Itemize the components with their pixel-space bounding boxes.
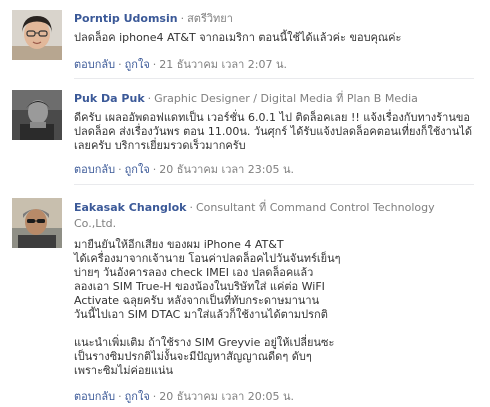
author-meta[interactable]: สตรีวิทยา [187, 12, 233, 25]
reply-link[interactable]: ตอบกลับ [74, 163, 115, 176]
separator: · [180, 12, 185, 25]
comment-item: Porntip Udomsin · สตรีวิทยา ปลดล็อค iphone… [0, 0, 490, 78]
reply-link[interactable]: ตอบกลับ [74, 58, 115, 71]
comment-text: มายืนยันให้อีกเสียง ของผม iPhone 4 AT&T … [74, 238, 341, 377]
timestamp[interactable]: 21 ธันวาคม เวลา 2:07 น. [159, 58, 287, 71]
like-link[interactable]: ถูกใจ [125, 58, 150, 71]
author-name[interactable]: Porntip Udomsin [74, 12, 178, 25]
reply-link[interactable]: ตอบกลับ [74, 390, 115, 403]
like-link[interactable]: ถูกใจ [125, 163, 150, 176]
author-name[interactable]: Eakasak Changlok [74, 201, 186, 214]
comment-actions: ตอบกลับ · ถูกใจ · 21 ธันวาคม เวลา 2:07 น. [74, 58, 288, 71]
avatar[interactable] [12, 10, 62, 60]
timestamp[interactable]: 20 ธันวาคม เวลา 20:05 น. [159, 390, 294, 403]
author-name[interactable]: Puk Da Puk [74, 92, 145, 105]
separator: · [147, 92, 152, 105]
comment-item: Puk Da Puk · Graphic Designer / Digital Me… [0, 80, 490, 184]
avatar[interactable] [12, 90, 62, 140]
comment-header: Eakasak Changlok · Consultant ที่ Command … [74, 200, 480, 232]
timestamp[interactable]: 20 ธันวาคม เวลา 23:05 น. [159, 163, 294, 176]
comment-actions: ตอบกลับ · ถูกใจ · 20 ธันวาคม เวลา 20:05 น. [74, 390, 295, 403]
comment-header: Puk Da Puk · Graphic Designer / Digital Me… [74, 91, 480, 107]
divider [74, 78, 474, 79]
avatar[interactable] [12, 198, 62, 248]
divider [74, 184, 474, 185]
comment-text: ปลดล็อค iphone4 AT&T จากอเมริกา ตอนนี้ใช… [74, 31, 402, 44]
like-link[interactable]: ถูกใจ [125, 390, 150, 403]
comment-text: ดีครับ เผลออัพดอฟแดทเป็น เวอร์ชั่น 6.0.1… [74, 111, 473, 152]
separator: · [189, 201, 193, 214]
comment-actions: ตอบกลับ · ถูกใจ · 20 ธันวาคม เวลา 23:05 น. [74, 163, 295, 176]
comment-header: Porntip Udomsin · สตรีวิทยา [74, 11, 480, 27]
author-meta[interactable]: Graphic Designer / Digital Media ที่ Pla… [154, 92, 418, 105]
comment-item: Eakasak Changlok · Consultant ที่ Command … [0, 186, 490, 407]
